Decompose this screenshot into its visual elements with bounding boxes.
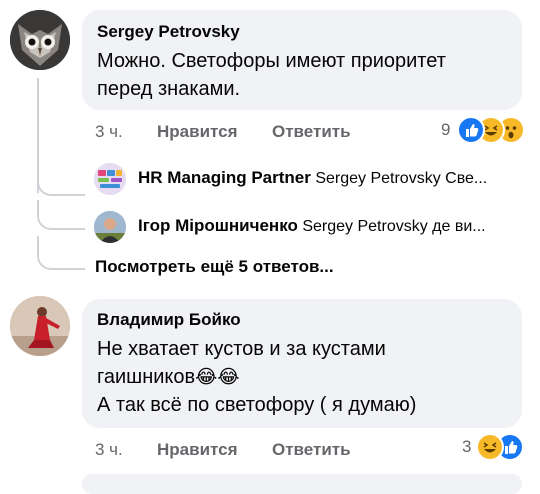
reply-avatar[interactable]: [94, 211, 126, 243]
comment-text-line: перед знаками.: [97, 78, 241, 100]
reply-button[interactable]: Ответить: [272, 440, 351, 460]
avatar[interactable]: [10, 296, 70, 356]
like-button[interactable]: Нравится: [157, 122, 238, 142]
reactions[interactable]: [474, 432, 534, 462]
comment-text-fragment: гаишников: [97, 366, 196, 388]
comment-text-line: А так всё по светофору ( я думаю): [97, 394, 417, 416]
comment-text-line: Можно. Светофоры имеют приоритет: [97, 50, 446, 72]
reply-snippet: Sergey Petrovsky де ви...: [302, 218, 486, 235]
reply-avatar[interactable]: [94, 163, 126, 195]
reply-preview[interactable]: Ігор Мірошниченко Sergey Petrovsky де ви…: [138, 216, 523, 236]
thread-branch: [37, 236, 85, 270]
reply-snippet: Sergey Petrovsky Све...: [315, 170, 488, 187]
comment-bubble: Sergey Petrovsky Можно. Светофоры имеют …: [82, 10, 522, 110]
reply-preview[interactable]: HR Managing Partner Sergey Petrovsky Све…: [138, 168, 523, 188]
comment-bubble-partial: [82, 474, 522, 494]
reply-author[interactable]: HR Managing Partner: [138, 168, 311, 187]
owl-avatar-icon: [10, 10, 70, 70]
haha-icon: [476, 433, 504, 461]
person-avatar-icon: [94, 211, 126, 243]
reply-button[interactable]: Ответить: [272, 122, 351, 142]
reaction-count[interactable]: 9: [441, 120, 450, 140]
comment-text-line: гаишников😂😂: [97, 364, 240, 391]
reaction-count[interactable]: 3: [462, 437, 471, 457]
thread-branch: [37, 200, 85, 230]
like-button[interactable]: Нравится: [157, 440, 238, 460]
thread-branch: [37, 166, 85, 196]
comment-bubble: Владимир Бойко Не хватает кустов и за ку…: [82, 299, 522, 428]
comment-author[interactable]: Sergey Petrovsky: [97, 22, 240, 42]
like-icon: [457, 116, 485, 144]
person-avatar-icon: [10, 296, 70, 356]
avatar[interactable]: [10, 10, 70, 70]
comment-time[interactable]: 3 ч.: [95, 122, 123, 142]
more-replies-link[interactable]: Посмотреть ещё 5 ответов...: [95, 257, 334, 277]
reply-author[interactable]: Ігор Мірошниченко: [138, 216, 298, 235]
reactions[interactable]: [452, 115, 532, 145]
comment-time[interactable]: 3 ч.: [95, 440, 123, 460]
logo-avatar-icon: [94, 163, 126, 195]
comment-text-line: Не хватает кустов и за кустами: [97, 338, 386, 360]
laughing-emoji-icon: 😂😂: [195, 366, 240, 388]
comment-author[interactable]: Владимир Бойко: [97, 310, 241, 330]
